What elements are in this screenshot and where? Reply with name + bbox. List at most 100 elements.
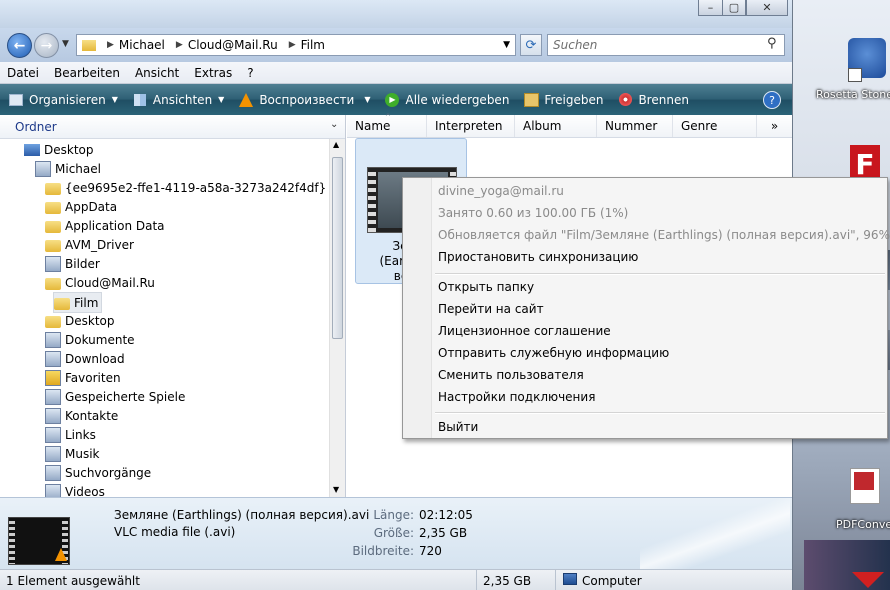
tree-item-kontakte[interactable]: Kontakte xyxy=(45,406,118,425)
menu-switch-user[interactable]: Сменить пользователя xyxy=(438,368,584,382)
menu-ansicht[interactable]: Ansicht xyxy=(135,66,179,80)
play-vlc-button[interactable]: Воспроизвести ▼ xyxy=(238,92,370,108)
column-album[interactable]: Album xyxy=(515,115,597,137)
breadcrumb-cloud-mail-ru[interactable]: Cloud@Mail.Ru xyxy=(188,38,284,52)
play-all-button[interactable]: ▶ Alle wiedergeben xyxy=(384,92,509,108)
tree-item-michael[interactable]: Michael xyxy=(35,159,101,178)
maximize-button[interactable]: ▢ xyxy=(722,0,746,16)
play-vlc-label: Воспроизвести xyxy=(259,92,355,107)
refresh-icon: ⟳ xyxy=(525,37,537,53)
menu-open-folder[interactable]: Открыть папку xyxy=(438,280,534,294)
details-thumbnail xyxy=(8,517,70,565)
tree-item-avm-driver[interactable]: AVM_Driver xyxy=(45,235,134,254)
breadcrumb-film[interactable]: Film xyxy=(301,38,331,52)
menu-send-diagnostics[interactable]: Отправить служебную информацию xyxy=(438,346,669,360)
column-nummer[interactable]: Nummer xyxy=(597,115,673,137)
music-folder-icon xyxy=(45,445,61,462)
menu-sync-status: Обновляется файл "Film/Земляне (Earthlin… xyxy=(438,228,890,242)
column-headers: Name Interpreten Album Nummer Genre » xyxy=(347,115,792,138)
desktop-icon xyxy=(24,144,40,156)
tree-item-application-data[interactable]: Application Data xyxy=(45,216,165,235)
details-size-label: Größe: xyxy=(373,526,414,540)
scroll-down-icon[interactable]: ▼ xyxy=(333,485,339,494)
address-field[interactable]: ▶ Michael ▶ Cloud@Mail.Ru ▶ Film ▼ xyxy=(76,34,516,56)
tree-item-film[interactable]: Film xyxy=(53,292,103,313)
breadcrumb-separator-icon: ▶ xyxy=(175,40,183,50)
menu-license-agreement[interactable]: Лицензионное соглашение xyxy=(438,324,611,338)
breadcrumb-michael[interactable]: Michael xyxy=(119,38,171,52)
column-interpreten[interactable]: Interpreten xyxy=(427,115,515,137)
menu-separator xyxy=(435,273,885,275)
folders-header[interactable]: Ordner ⌄ xyxy=(0,115,345,139)
tree-item-bilder[interactable]: Bilder xyxy=(45,254,100,273)
menu-go-to-site[interactable]: Перейти на сайт xyxy=(438,302,544,316)
tree-item-download[interactable]: Download xyxy=(45,349,125,368)
details-length-label: Länge: xyxy=(373,508,414,522)
tree-item-label: Kontakte xyxy=(65,408,119,423)
tree-item-links[interactable]: Links xyxy=(45,425,96,444)
menu-help[interactable]: ? xyxy=(247,66,253,80)
tree-item-appdata[interactable]: AppData xyxy=(45,197,117,216)
folder-icon xyxy=(45,239,61,252)
status-divider xyxy=(555,570,556,590)
organize-icon xyxy=(8,92,24,108)
organize-button[interactable]: Organisieren ▼ xyxy=(8,92,118,108)
address-bar-row: ← → ▼ ▶ Michael ▶ Cloud@Mail.Ru ▶ Film ▼… xyxy=(0,28,792,62)
share-button[interactable]: Freigeben xyxy=(523,92,603,108)
back-arrow-icon: ← xyxy=(13,37,26,54)
folder-icon xyxy=(82,39,96,51)
status-bar: 1 Element ausgewählt 2,35 GB Computer xyxy=(0,569,792,590)
searches-folder-icon xyxy=(45,464,61,481)
tree-item-favoriten[interactable]: Favoriten xyxy=(45,368,121,387)
tree-item-saved-games[interactable]: Gespeicherte Spiele xyxy=(45,387,185,406)
tree-item-musik[interactable]: Musik xyxy=(45,444,100,463)
back-button[interactable]: ← xyxy=(7,33,32,58)
details-length-value: 02:12:05 xyxy=(419,508,473,522)
contacts-icon xyxy=(45,407,61,424)
menu-extras[interactable]: Extras xyxy=(194,66,232,80)
menu-pause-sync[interactable]: Приостановить синхронизацию xyxy=(438,250,638,264)
folder-tree-pane: Ordner ⌄ Desktop Michael {ee9695e2-ffe1-… xyxy=(0,115,346,500)
tree-item-label: Favoriten xyxy=(65,370,121,385)
minimize-button[interactable]: – xyxy=(698,0,723,16)
recent-pages-dropdown[interactable]: ▼ xyxy=(62,39,69,49)
menu-bearbeiten[interactable]: Bearbeiten xyxy=(54,66,120,80)
breadcrumb-separator-icon: ▶ xyxy=(107,40,114,50)
menu-connection-settings[interactable]: Настройки подключения xyxy=(438,390,595,404)
details-width-value: 720 xyxy=(419,544,442,558)
refresh-button[interactable]: ⟳ xyxy=(520,34,542,56)
details-file-type: VLC media file (.avi) xyxy=(114,525,236,539)
menu-datei[interactable]: Datei xyxy=(7,66,39,80)
search-icon[interactable]: ⚲ xyxy=(767,36,777,51)
menu-exit[interactable]: Выйти xyxy=(438,420,478,434)
title-bar: – ▢ ✕ xyxy=(0,0,792,28)
search-input[interactable]: Suchen xyxy=(547,34,785,56)
tree-item-label: {ee9695e2-ffe1-4119-a58a-3273a242f4df} xyxy=(65,180,327,195)
share-label: Freigeben xyxy=(544,92,604,107)
tree-item-label: Links xyxy=(65,427,96,442)
cloud-context-menu: divine_yoga@mail.ru Занято 0.60 из 100.0… xyxy=(402,177,890,439)
tree-item-label: Michael xyxy=(55,161,101,176)
status-size: 2,35 GB xyxy=(483,574,532,588)
tree-item-dokumente[interactable]: Dokumente xyxy=(45,330,135,349)
column-genre[interactable]: Genre xyxy=(673,115,757,137)
tree-item-cloud-mail-ru[interactable]: Cloud@Mail.Ru xyxy=(45,273,155,292)
pdfconverter-label: PDFConve xyxy=(836,518,890,531)
more-columns-button[interactable]: » xyxy=(757,115,792,137)
scroll-up-icon[interactable]: ▲ xyxy=(333,140,339,149)
close-button[interactable]: ✕ xyxy=(746,0,788,16)
help-icon[interactable]: ? xyxy=(763,91,781,109)
tree-item-desktop-folder[interactable]: Desktop xyxy=(45,311,115,330)
tree-item-label: Bilder xyxy=(65,256,100,271)
scrollbar-thumb[interactable] xyxy=(332,157,343,339)
tree-item-label: Gespeicherte Spiele xyxy=(65,389,186,404)
address-dropdown-icon[interactable]: ▼ xyxy=(503,40,510,50)
forward-button[interactable]: → xyxy=(34,33,59,58)
views-button[interactable]: Ansichten ▼ xyxy=(132,92,224,108)
tree-item-guid-folder[interactable]: {ee9695e2-ffe1-4119-a58a-3273a242f4df} xyxy=(45,178,326,197)
burn-button[interactable]: Brennen xyxy=(617,92,689,108)
tree-item-desktop[interactable]: Desktop xyxy=(24,140,94,159)
play-icon: ▶ xyxy=(384,92,400,108)
tree-item-searches[interactable]: Suchvorgänge xyxy=(45,463,151,482)
folder-tree-scrollbar[interactable]: ▲ ▼ xyxy=(329,139,345,497)
